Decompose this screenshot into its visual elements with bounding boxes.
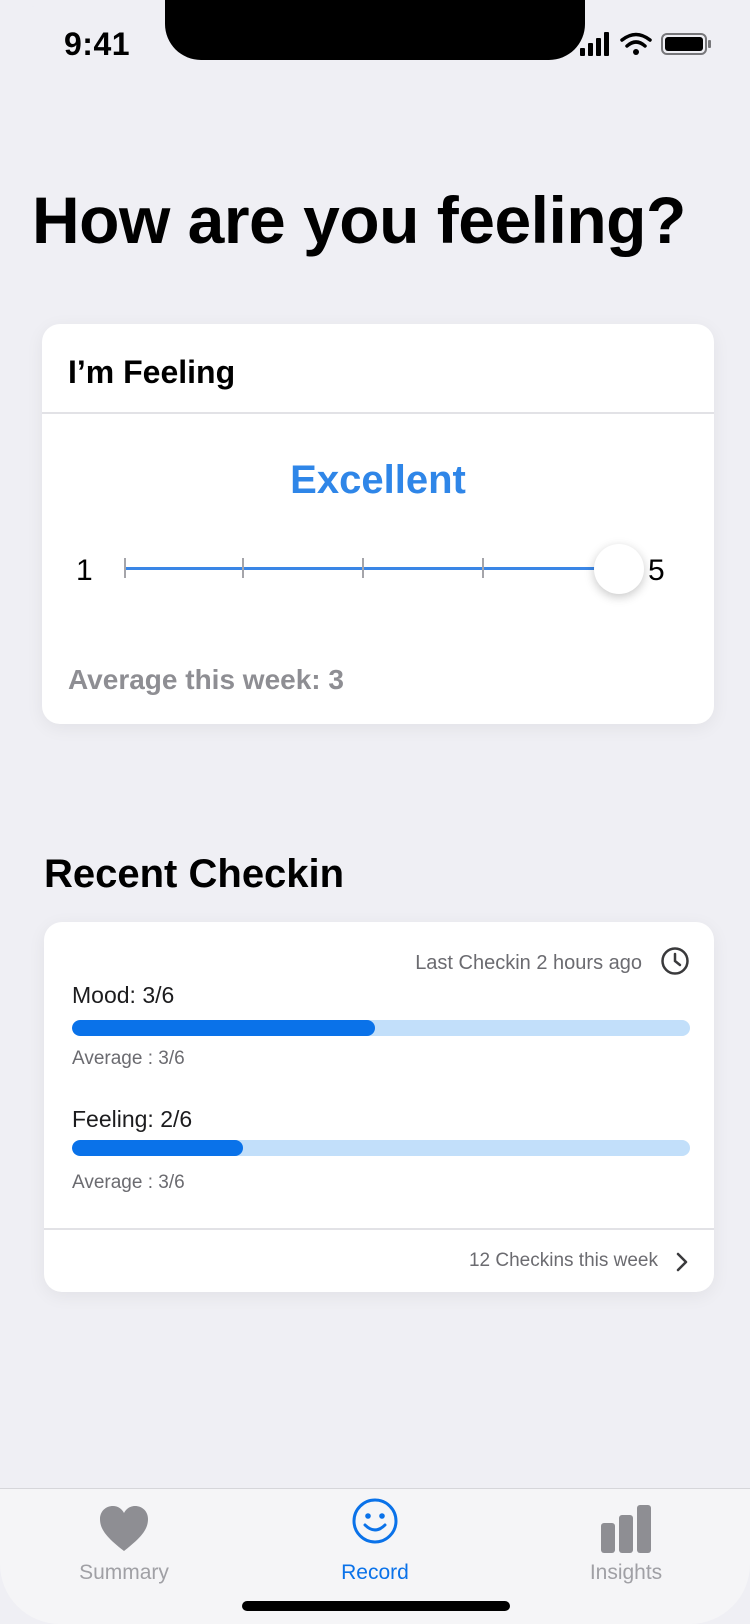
wifi-icon <box>620 32 652 48</box>
signal-icon <box>580 32 609 56</box>
feeling-average: Average : 3/6 <box>72 1172 185 1193</box>
feeling-progress-bar <box>72 1140 690 1156</box>
tab-label-summary: Summary <box>79 1561 169 1584</box>
feeling-value-label: Excellent <box>290 458 466 502</box>
slider-tick <box>124 558 126 578</box>
tab-record[interactable]: Record <box>275 1489 475 1609</box>
slider-max-label: 5 <box>648 554 665 587</box>
battery-icon <box>661 33 711 55</box>
tab-label-insights: Insights <box>589 1561 663 1584</box>
recent-checkin-card: Last Checkin 2 hours ago Mood: 3/6 Avera… <box>44 922 714 1292</box>
last-checkin-text: Last Checkin 2 hours ago <box>415 952 642 974</box>
bar-chart-icon <box>601 1505 651 1553</box>
smiley-icon <box>352 1498 398 1544</box>
home-indicator <box>242 1601 510 1611</box>
feeling-card-header: I’m Feeling <box>68 354 236 390</box>
slider-tick <box>482 558 484 578</box>
weekly-average: Average this week: 3 <box>68 664 344 695</box>
feeling-card: I’m Feeling Excellent 1 5 Average this w… <box>42 324 714 724</box>
mood-average: Average : 3/6 <box>72 1048 185 1069</box>
mood-progress-fill <box>72 1020 375 1036</box>
divider <box>42 412 714 414</box>
slider-tick <box>362 558 364 578</box>
slider-tick <box>242 558 244 578</box>
divider <box>44 1228 714 1230</box>
tab-label-record: Record <box>341 1561 409 1584</box>
page-title: How are you feeling? <box>32 183 686 257</box>
slider-min-label: 1 <box>76 554 93 587</box>
mood-progress-bar <box>72 1020 690 1036</box>
tab-summary[interactable]: Summary <box>24 1489 224 1609</box>
clock-icon <box>661 947 689 975</box>
chevron-right-icon[interactable] <box>674 1250 690 1274</box>
feeling-slider-thumb[interactable] <box>594 544 644 594</box>
status-time: 9:41 <box>64 26 131 62</box>
mood-label: Mood: 3/6 <box>72 982 175 1008</box>
section-title-recent-checkin: Recent Checkin <box>44 852 345 896</box>
tab-insights[interactable]: Insights <box>526 1489 726 1609</box>
phone-screen: 9:41 How are you feeling? I’m Feeling Ex… <box>0 0 750 1624</box>
status-icons <box>580 32 711 56</box>
feeling-label: Feeling: 2/6 <box>72 1106 193 1132</box>
feeling-slider-track[interactable] <box>124 558 602 578</box>
heart-icon <box>100 1506 148 1551</box>
feeling-progress-fill <box>72 1140 244 1156</box>
notch <box>165 0 585 60</box>
checkins-this-week-link[interactable]: 12 Checkins this week <box>469 1250 658 1272</box>
